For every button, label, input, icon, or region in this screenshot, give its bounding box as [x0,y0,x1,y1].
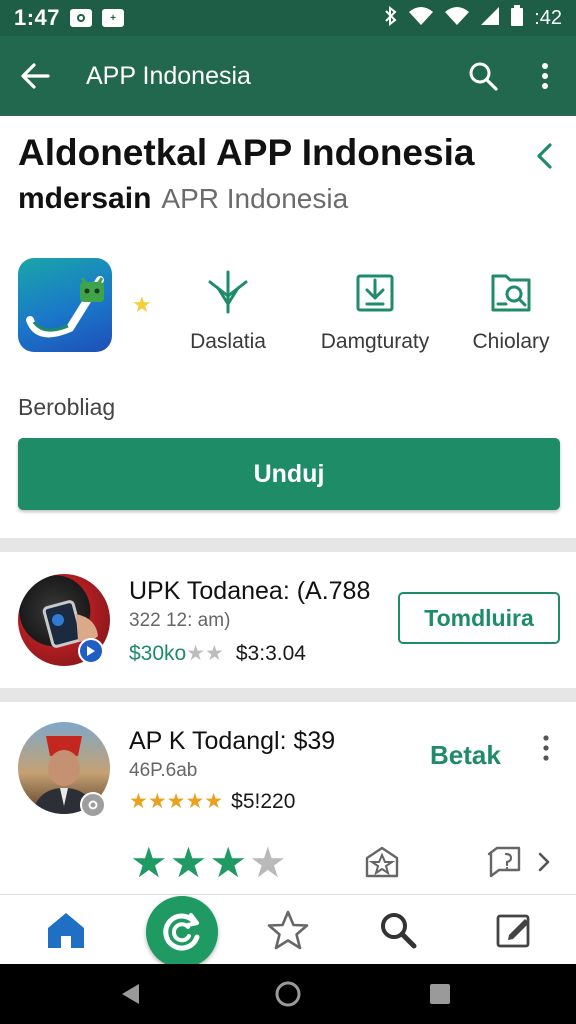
item-action-button[interactable]: Tomdluira [398,592,560,644]
rating-stars[interactable]: ★ ★ ★ ★ [130,838,289,887]
item-action-button[interactable]: Betak [430,740,501,771]
section-divider [0,538,576,552]
page-title: Aldonetkal APP Indonesia [18,132,475,173]
star-icon: ★ [132,292,152,317]
search-icon[interactable] [358,895,438,965]
feature-damgturaty[interactable]: Damgturaty [300,268,450,354]
star-outline-icon[interactable] [248,895,328,965]
star-icon: ★ [209,839,249,886]
battery-icon [510,4,524,32]
feature-daslatia[interactable]: Daslatia [153,268,303,354]
star-icon: ★★ [186,642,224,665]
antenna-icon [206,268,250,316]
item-price: $5!220 [231,789,296,813]
item-title: UPK Todanea: (A.788 [129,577,371,605]
chevron-right-icon[interactable] [526,840,562,884]
plus-notif-icon: + [102,9,125,27]
wifi-icon [408,6,434,31]
bluetooth-icon [384,5,398,31]
more-vert-icon[interactable] [532,730,560,766]
item-price-green: $30ko [129,641,187,665]
section-divider [0,688,576,702]
developer-sub: APR Indonesia [161,183,349,214]
system-nav-bar [0,964,576,1024]
page-subtitle: mdersain APR Indonesia [18,182,518,216]
install-button[interactable]: Unduj [18,438,560,510]
back-arrow-icon[interactable] [0,36,70,116]
item-price-row: ★★★★★ $5!220 [129,789,295,814]
caption-text: Berobliag [18,394,116,420]
status-time: 1:47 [14,5,61,30]
settings-badge-icon [80,792,106,818]
status-bar: 1:47 + :42 [0,0,576,36]
status-clock-right: :42 [534,6,562,29]
more-vert-icon[interactable] [514,36,576,116]
developer-name: mdersain [18,182,152,215]
star-icon: ★ [248,839,289,886]
recents-square-icon[interactable] [410,972,470,1016]
app-logo [18,258,112,352]
star-icon: ★ [130,839,170,886]
item-price: $3:3.04 [235,641,306,665]
item-title: AP K Todangl: $39 [129,727,336,755]
bottom-nav [0,894,576,964]
star-tray-icon[interactable] [360,840,404,884]
app-bar: APP Indonesia [0,36,576,116]
folder-search-icon [490,268,532,316]
home-icon[interactable] [26,895,106,965]
camera-notif-icon [70,9,93,27]
home-circle-icon[interactable] [258,972,318,1016]
feedback-icon[interactable] [482,840,526,884]
refresh-fab-icon[interactable] [146,896,218,968]
wifi-icon-2 [444,6,470,31]
item-subtitle: 322 12: am) [129,610,231,631]
feature-label: Chiolary [472,330,550,353]
chevron-left-icon[interactable] [526,138,562,174]
edit-icon[interactable] [474,895,554,965]
item-subtitle: 46P.6ab [129,760,198,781]
signal-icon [480,6,500,31]
app-bar-title: APP Indonesia [86,61,251,90]
search-icon[interactable] [452,36,514,116]
play-badge-icon [78,638,104,664]
feature-label: Daslatia [190,330,266,353]
star-icon: ★★★★★ [129,790,224,813]
feature-label: Damgturaty [320,330,430,353]
back-triangle-icon[interactable] [100,972,160,1016]
download-box-icon [355,268,395,316]
feature-chiolary[interactable]: Chiolary [436,268,576,354]
star-icon: ★ [169,839,210,886]
item-price-row: $30ko ★★ $3:3.04 [129,641,306,666]
